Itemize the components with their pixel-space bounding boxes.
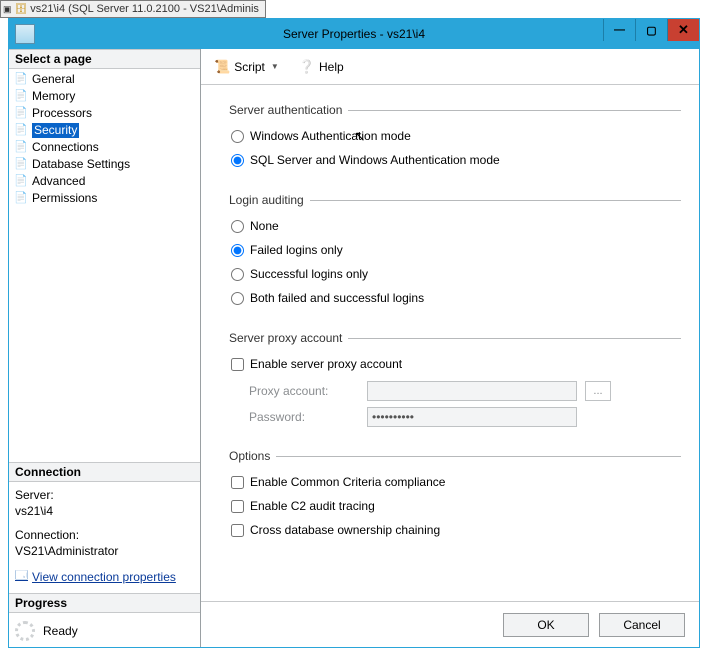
sidebar-item-label: Processors (32, 106, 92, 121)
login-auditing-radio-2[interactable] (231, 268, 244, 281)
page-icon: 📄 (14, 192, 28, 206)
connection-label: Connection: (15, 528, 194, 542)
ssms-tab-label: vs21\i4 (SQL Server 11.0.2100 - VS21\Adm… (30, 3, 259, 15)
window-icon (15, 24, 35, 44)
server-label: Server: (15, 488, 194, 502)
proxy-account-browse-button[interactable]: ... (585, 381, 611, 401)
connection-info: Server: vs21\i4 Connection: VS21\Adminis… (9, 482, 200, 593)
server-auth-label-1[interactable]: SQL Server and Windows Authentication mo… (250, 153, 500, 167)
server-proxy-account-legend: Server proxy account (227, 331, 348, 345)
minimize-button[interactable]: — (603, 19, 635, 41)
server-auth-label-0[interactable]: Windows Authentication mode (250, 129, 411, 143)
progress-spinner-icon (15, 621, 35, 641)
proxy-account-input[interactable] (367, 381, 577, 401)
sidebar-item-general[interactable]: 📄 General (12, 71, 197, 88)
tree-collapse-icon[interactable]: ▣ (3, 4, 12, 15)
login-auditing-radio-0[interactable] (231, 220, 244, 233)
proxy-account-label: Proxy account: (249, 384, 359, 398)
connection-value: VS21\Administrator (15, 544, 194, 558)
main-panel: 📜 Script ▼ ❔ Help Server authentication … (201, 49, 699, 647)
sidebar-item-advanced[interactable]: 📄 Advanced (12, 173, 197, 190)
server-value: vs21\i4 (15, 504, 194, 518)
titlebar[interactable]: Server Properties - vs21\i4 — ▢ ✕ (9, 19, 699, 49)
page-list: 📄 General 📄 Memory 📄 Processors 📄 Security 📄 Conn… (9, 69, 200, 209)
page-icon: 📄 (14, 107, 28, 121)
options-label-2[interactable]: Cross database ownership chaining (250, 523, 440, 537)
ssms-tab[interactable]: ▣ 🗄 vs21\i4 (SQL Server 11.0.2100 - VS21… (0, 0, 266, 18)
view-connection-properties-link[interactable]: 🗔 View connection properties (15, 566, 176, 587)
server-auth-radio-1[interactable] (231, 154, 244, 167)
options-checkbox-0[interactable] (231, 476, 244, 489)
page-icon: 📄 (14, 73, 28, 87)
page-icon: 📄 (14, 158, 28, 172)
options-label-0[interactable]: Enable Common Criteria compliance (250, 475, 445, 489)
sidebar-item-label: Memory (32, 89, 75, 104)
page-icon: 📄 (14, 175, 28, 189)
close-button[interactable]: ✕ (667, 19, 699, 41)
login-auditing-group: Login auditing None Failed logins only Suc… (227, 193, 681, 319)
login-auditing-radio-3[interactable] (231, 292, 244, 305)
sidebar-item-label: Security (32, 123, 79, 138)
server-authentication-legend: Server authentication (227, 103, 348, 117)
window-controls: — ▢ ✕ (603, 19, 699, 41)
login-auditing-label-1[interactable]: Failed logins only (250, 243, 343, 257)
sidebar-item-security[interactable]: 📄 Security (12, 122, 197, 139)
maximize-button[interactable]: ▢ (635, 19, 667, 41)
script-label: Script (234, 60, 265, 74)
sidebar-item-memory[interactable]: 📄 Memory (12, 88, 197, 105)
sidebar-item-database-settings[interactable]: 📄 Database Settings (12, 156, 197, 173)
help-button[interactable]: ❔ Help (294, 56, 349, 78)
server-authentication-group: Server authentication Windows Authentica… (227, 103, 681, 181)
connection-header: Connection (9, 462, 200, 482)
toolbar: 📜 Script ▼ ❔ Help (201, 49, 699, 85)
server-auth-radio-0[interactable] (231, 130, 244, 143)
select-page-header: Select a page (9, 49, 200, 69)
window-title: Server Properties - vs21\i4 (9, 27, 699, 41)
login-auditing-label-3[interactable]: Both failed and successful logins (250, 291, 424, 305)
options-label-1[interactable]: Enable C2 audit tracing (250, 499, 375, 513)
login-auditing-label-2[interactable]: Successful logins only (250, 267, 368, 281)
server-properties-window: Server Properties - vs21\i4 — ▢ ✕ Select… (8, 18, 700, 648)
options-group: Options Enable Common Criteria complianc… (227, 449, 681, 551)
script-icon: 📜 (214, 59, 230, 75)
proxy-password-input[interactable] (367, 407, 577, 427)
sidebar-item-label: Database Settings (32, 157, 130, 172)
sidebar-item-permissions[interactable]: 📄 Permissions (12, 190, 197, 207)
server-proxy-account-group: Server proxy account Enable server proxy… (227, 331, 681, 437)
sidebar: Select a page 📄 General 📄 Memory 📄 Processors… (9, 49, 201, 647)
sidebar-item-connections[interactable]: 📄 Connections (12, 139, 197, 156)
ok-button[interactable]: OK (503, 613, 589, 637)
server-icon: 🗄 (15, 4, 28, 15)
chevron-down-icon: ▼ (271, 62, 279, 71)
sidebar-item-processors[interactable]: 📄 Processors (12, 105, 197, 122)
enable-proxy-checkbox[interactable] (231, 358, 244, 371)
script-button[interactable]: 📜 Script ▼ (209, 56, 284, 78)
options-checkbox-2[interactable] (231, 524, 244, 537)
login-auditing-label-0[interactable]: None (250, 219, 279, 233)
options-legend: Options (227, 449, 276, 463)
dialog-button-bar: OK Cancel (201, 601, 699, 647)
page-icon: 📄 (14, 90, 28, 104)
sidebar-item-label: Permissions (32, 191, 97, 206)
help-label: Help (319, 60, 344, 74)
progress-row: Ready (15, 621, 194, 641)
view-connection-properties-label: View connection properties (32, 570, 176, 584)
sidebar-item-label: Connections (32, 140, 99, 155)
sidebar-item-label: Advanced (32, 174, 85, 189)
progress-status: Ready (43, 624, 78, 638)
page-icon: 📄 (14, 141, 28, 155)
login-auditing-radio-1[interactable] (231, 244, 244, 257)
page-icon: 📄 (14, 124, 28, 138)
cancel-button[interactable]: Cancel (599, 613, 685, 637)
sidebar-item-label: General (32, 72, 75, 87)
help-icon: ❔ (299, 59, 315, 75)
progress-header: Progress (9, 593, 200, 613)
content-area: Server authentication Windows Authentica… (201, 85, 699, 601)
properties-icon: 🗔 (15, 566, 28, 587)
login-auditing-legend: Login auditing (227, 193, 310, 207)
enable-proxy-label[interactable]: Enable server proxy account (250, 357, 402, 371)
proxy-password-label: Password: (249, 410, 359, 424)
options-checkbox-1[interactable] (231, 500, 244, 513)
